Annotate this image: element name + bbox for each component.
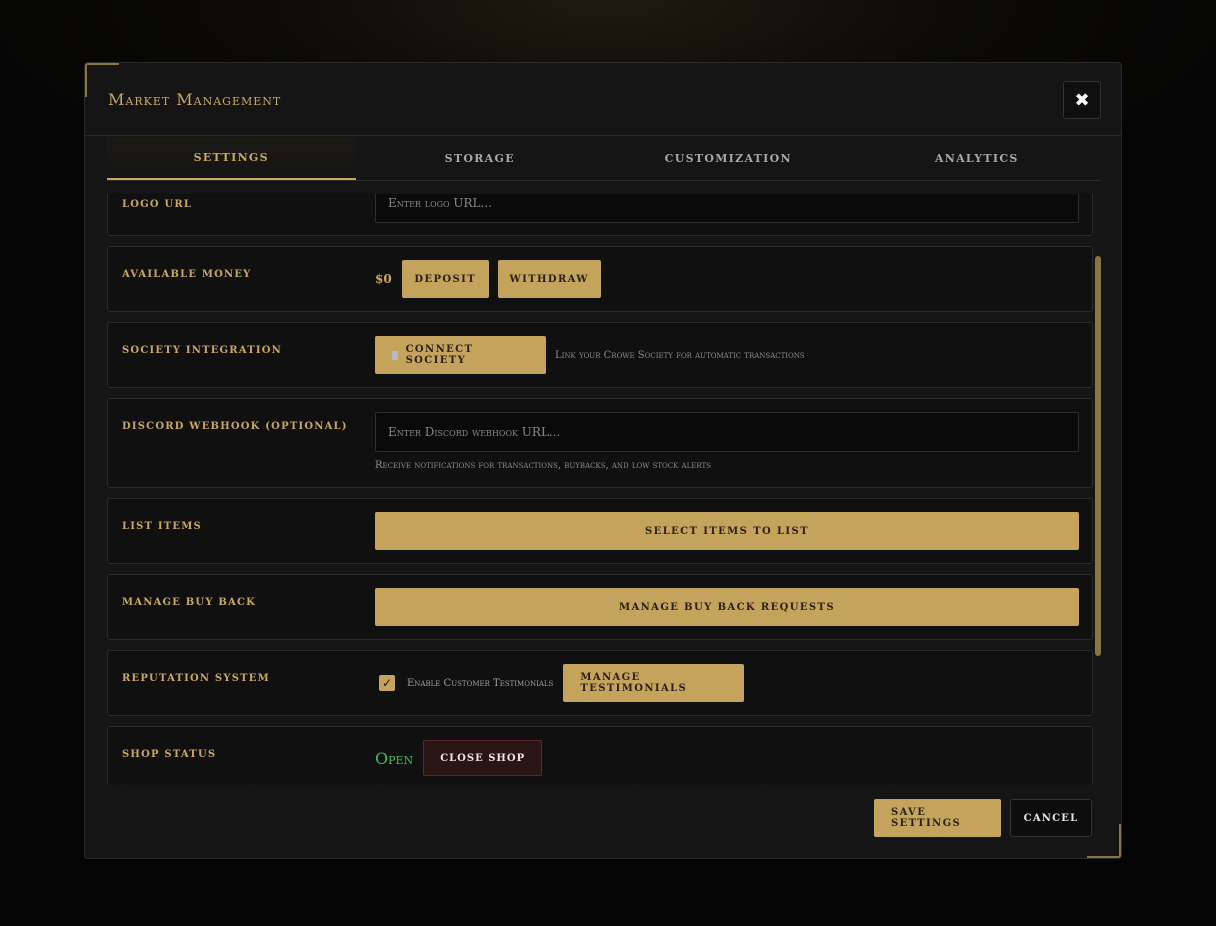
money-amount: $0	[375, 272, 392, 286]
row-body: $0 Deposit Withdraw	[375, 260, 1079, 298]
withdraw-button[interactable]: Withdraw	[497, 260, 601, 298]
row-label: Reputation System	[122, 673, 270, 684]
testimonials-checkbox[interactable]: ✓	[379, 675, 395, 691]
testimonials-label: Enable Customer Testimonials	[407, 677, 554, 689]
row-label: Logo URL	[122, 199, 193, 210]
row-logo-url: Logo URL Enter logo URL...	[107, 194, 1093, 236]
connect-society-label: Connect Society	[405, 344, 474, 366]
row-body: Enter logo URL...	[375, 194, 1079, 223]
society-icon	[392, 350, 398, 360]
row-body: Open CLOSE SHOP	[375, 740, 1079, 776]
row-body: Enter Discord webhook URL... Receive not…	[375, 412, 1079, 471]
cancel-button[interactable]: Cancel	[1010, 799, 1092, 837]
row-body: Select Items to List	[375, 512, 1079, 550]
row-label: Society Integration	[122, 345, 282, 356]
deposit-button[interactable]: Deposit	[401, 260, 489, 298]
tab-analytics[interactable]: Analytics	[853, 137, 1102, 180]
webhook-hint: Receive notifications for transactions, …	[375, 460, 711, 471]
tab-storage[interactable]: Storage	[356, 137, 605, 180]
row-society-integration: Society Integration Connect Society Link…	[107, 322, 1093, 388]
row-label: Discord Webhook (Optional)	[122, 421, 348, 432]
tab-customization[interactable]: Customization	[604, 137, 853, 180]
manage-buy-back-button[interactable]: Manage Buy Back Requests	[375, 588, 1079, 626]
tab-bar: Settings Storage Customization Analytics	[107, 137, 1101, 181]
logo-url-input[interactable]: Enter logo URL...	[375, 194, 1079, 223]
modal-title: Market Management	[108, 90, 282, 109]
row-available-money: Available Money $0 Deposit Withdraw	[107, 246, 1093, 312]
row-label: List Items	[122, 521, 202, 532]
settings-list: Logo URL Enter logo URL... Available Mon…	[107, 194, 1093, 802]
close-icon[interactable]: ✖	[1063, 81, 1101, 119]
modal-header: Market Management ✖	[85, 63, 1121, 136]
row-reputation-system: Reputation System ✓ Enable Customer Test…	[107, 650, 1093, 716]
scrollbar-thumb[interactable]	[1095, 256, 1101, 656]
shop-status-value: Open	[375, 748, 414, 768]
content-scrollbar[interactable]	[1095, 194, 1101, 839]
discord-webhook-input[interactable]: Enter Discord webhook URL...	[375, 412, 1079, 452]
manage-testimonials-button[interactable]: Manage Testimonials	[563, 664, 745, 702]
row-body: Manage Buy Back Requests	[375, 588, 1079, 626]
row-body: ✓ Enable Customer Testimonials Manage Te…	[375, 664, 1079, 702]
tab-settings[interactable]: Settings	[107, 137, 356, 180]
close-shop-button[interactable]: CLOSE SHOP	[423, 740, 543, 776]
society-hint: Link your Crowe Society for automatic tr…	[555, 349, 805, 361]
modal-footer: Save Settings Cancel	[85, 784, 1115, 844]
row-label: Available Money	[122, 269, 252, 280]
row-manage-buy-back: Manage Buy Back Manage Buy Back Requests	[107, 574, 1093, 640]
row-shop-status: Shop Status Open CLOSE SHOP	[107, 726, 1093, 792]
row-discord-webhook: Discord Webhook (Optional) Enter Discord…	[107, 398, 1093, 488]
connect-society-button[interactable]: Connect Society	[375, 336, 546, 374]
row-label: Shop Status	[122, 749, 217, 760]
select-items-button[interactable]: Select Items to List	[375, 512, 1079, 550]
settings-content[interactable]: Logo URL Enter logo URL... Available Mon…	[107, 194, 1093, 839]
row-label: Manage Buy Back	[122, 597, 257, 608]
row-body: Connect Society Link your Crowe Society …	[375, 336, 1079, 374]
row-list-items: List Items Select Items to List	[107, 498, 1093, 564]
save-settings-button[interactable]: Save Settings	[874, 799, 1001, 837]
market-management-modal: Market Management ✖ Settings Storage Cus…	[84, 62, 1122, 859]
